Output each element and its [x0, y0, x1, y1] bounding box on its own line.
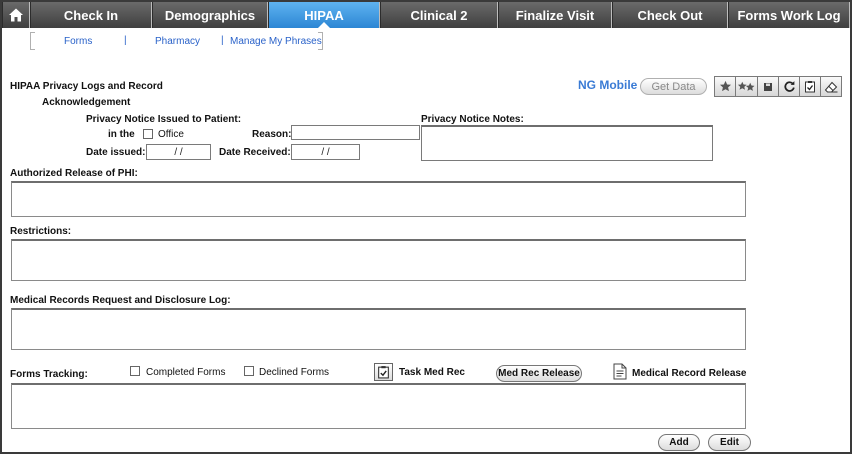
forms-link[interactable]: Forms — [64, 36, 92, 47]
task-med-rec-button[interactable] — [374, 363, 393, 381]
save-button[interactable] — [757, 76, 779, 97]
completed-forms-label: Completed Forms — [146, 367, 226, 378]
main-tab-bar: Check In Demographics HIPAA Clinical 2 F… — [2, 2, 850, 28]
date-received-input[interactable]: / / — [291, 144, 360, 160]
tab-demographics[interactable]: Demographics — [152, 2, 268, 28]
office-checkbox[interactable] — [143, 129, 153, 139]
page-title: HIPAA Privacy Logs and Record — [10, 81, 163, 92]
bracket-right — [318, 32, 323, 50]
refresh-button[interactable] — [778, 76, 800, 97]
privacy-notes-label: Privacy Notice Notes: — [421, 114, 524, 125]
clipboard-check-button[interactable] — [799, 76, 821, 97]
tab-check-out[interactable]: Check Out — [612, 2, 728, 28]
add-button[interactable]: Add — [658, 434, 700, 451]
refresh-icon — [783, 81, 795, 92]
date-issued-input[interactable]: / / — [146, 144, 211, 160]
document-icon[interactable] — [613, 363, 627, 380]
favorite-button[interactable] — [714, 76, 736, 97]
privacy-notes-textarea[interactable] — [421, 125, 713, 161]
pharmacy-link[interactable]: Pharmacy — [155, 36, 200, 47]
tab-clinical-2[interactable]: Clinical 2 — [380, 2, 498, 28]
privacy-notice-label: Privacy Notice Issued to Patient: — [86, 114, 242, 125]
eraser-button[interactable] — [820, 76, 842, 97]
task-med-rec-label: Task Med Rec — [399, 367, 465, 378]
tab-forms-work-log[interactable]: Forms Work Log — [728, 2, 850, 28]
tab-finalize-visit[interactable]: Finalize Visit — [498, 2, 612, 28]
tab-home[interactable] — [2, 2, 30, 28]
task-checklist-icon — [378, 366, 389, 379]
edit-button[interactable]: Edit — [708, 434, 751, 451]
double-star-icon — [737, 81, 755, 91]
clipboard-check-icon — [805, 81, 815, 93]
manage-my-phrases-link[interactable]: Manage My Phrases — [230, 36, 322, 47]
medical-records-log-label: Medical Records Request and Disclosure L… — [10, 295, 231, 306]
authorized-release-label: Authorized Release of PHI: — [10, 168, 138, 179]
medical-record-release-label: Medical Record Release — [632, 368, 747, 379]
office-label: Office — [158, 129, 184, 140]
authorized-release-textarea[interactable] — [11, 181, 746, 217]
in-the-label: in the — [108, 129, 135, 140]
declined-forms-checkbox[interactable] — [244, 366, 254, 376]
tab-check-in[interactable]: Check In — [30, 2, 152, 28]
restrictions-textarea[interactable] — [11, 239, 746, 281]
save-icon — [764, 82, 772, 91]
forms-tracking-textarea[interactable] — [11, 383, 746, 429]
date-issued-label: Date issued: — [86, 147, 146, 158]
med-rec-release-button[interactable]: Med Rec Release — [496, 365, 582, 382]
favorites-list-button[interactable] — [735, 76, 758, 97]
form-toolbar — [714, 76, 847, 97]
get-data-button[interactable]: Get Data — [640, 78, 707, 95]
tab-hipaa[interactable]: HIPAA — [268, 2, 380, 28]
medical-records-log-textarea[interactable] — [11, 308, 746, 350]
forms-tracking-label: Forms Tracking: — [10, 369, 88, 380]
hipaa-window: Check In Demographics HIPAA Clinical 2 F… — [0, 0, 852, 454]
reason-input[interactable] — [291, 125, 420, 140]
declined-forms-label: Declined Forms — [259, 367, 330, 378]
reason-label: Reason: — [252, 129, 292, 140]
home-icon — [9, 8, 23, 22]
nav-separator: | — [124, 35, 127, 46]
star-icon — [719, 80, 731, 92]
completed-forms-checkbox[interactable] — [130, 366, 140, 376]
nav-separator: | — [221, 35, 224, 46]
date-received-label: Date Received: — [219, 147, 291, 158]
bracket-left — [30, 32, 35, 50]
page-title-line2: Acknowledgement — [42, 97, 131, 108]
restrictions-label: Restrictions: — [10, 226, 72, 237]
eraser-icon — [824, 81, 838, 92]
sub-navigation: Forms | Pharmacy | Manage My Phrases — [26, 32, 326, 52]
ng-mobile-label: NG Mobile — [578, 78, 638, 92]
